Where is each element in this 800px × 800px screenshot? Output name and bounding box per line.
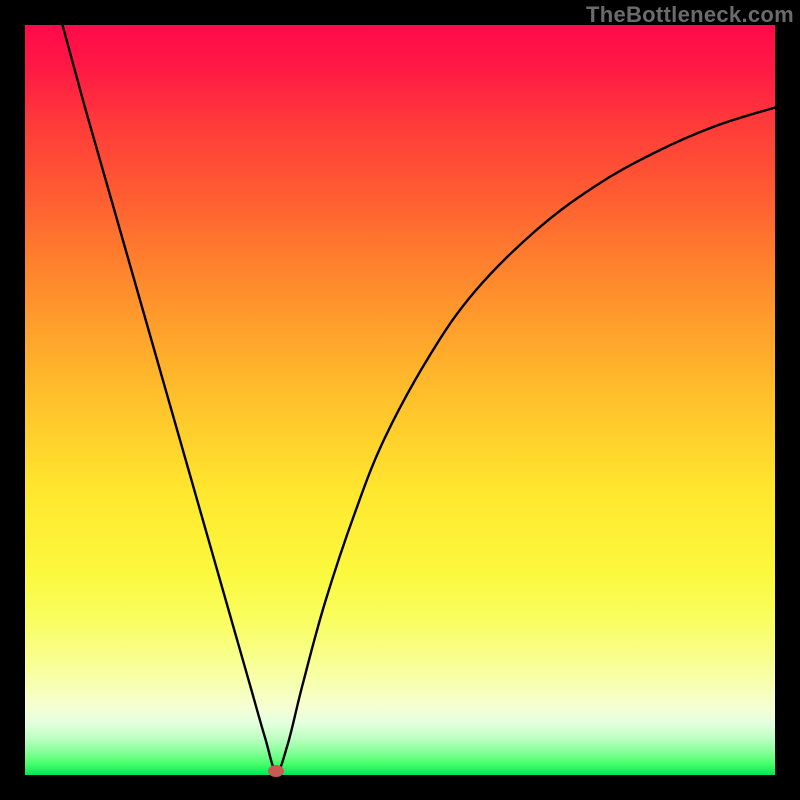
plot-area	[25, 25, 775, 775]
bottleneck-curve	[25, 25, 775, 775]
optimal-point-marker	[268, 765, 284, 777]
chart-container: TheBottleneck.com	[0, 0, 800, 800]
watermark-text: TheBottleneck.com	[586, 2, 794, 28]
